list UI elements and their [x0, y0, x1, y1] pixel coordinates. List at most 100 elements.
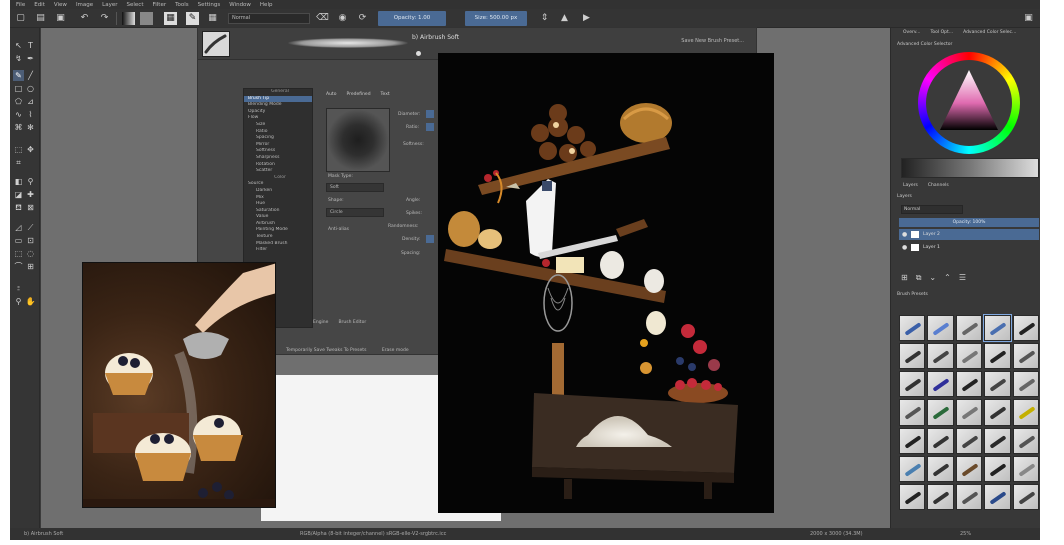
- brush-preset-tile[interactable]: [955, 343, 983, 370]
- brush-preset-tile[interactable]: [984, 371, 1011, 398]
- visibility-eye-icon[interactable]: ●: [902, 229, 907, 240]
- option-flow[interactable]: Flow: [244, 115, 312, 122]
- menu-view[interactable]: View: [54, 2, 67, 8]
- brush-preset-tile[interactable]: [899, 483, 926, 510]
- brush-preset-tile[interactable]: [899, 399, 926, 426]
- menu-image[interactable]: Image: [76, 2, 93, 8]
- pattern-swatch-icon[interactable]: [140, 12, 153, 25]
- brush-preset-tile[interactable]: [955, 483, 983, 510]
- brush-preset-tile[interactable]: [1012, 371, 1039, 398]
- option-ratio[interactable]: Ratio: [244, 129, 312, 136]
- option-brush-tip[interactable]: Brush Tip: [244, 95, 312, 103]
- polygon-tool-icon[interactable]: ⬠: [13, 96, 24, 107]
- mirror-horizontal-icon[interactable]: ▲: [558, 12, 571, 25]
- gradient-swatch-icon[interactable]: [122, 12, 135, 25]
- workspace-icon[interactable]: ▣: [1022, 12, 1035, 25]
- save-tweaks-checkbox[interactable]: Temporarily Save Tweaks To Presets Erase…: [286, 348, 409, 353]
- brush-preset-tile[interactable]: [984, 455, 1011, 482]
- tab-channels[interactable]: Channels: [928, 183, 949, 192]
- reload-icon[interactable]: ⟳: [356, 12, 369, 25]
- brush-preset-tile[interactable]: [984, 427, 1011, 454]
- brush-preset-tile[interactable]: [1012, 399, 1039, 426]
- pan-tool-icon[interactable]: ✋: [25, 296, 36, 307]
- assistant-tool-icon[interactable]: ◿: [13, 222, 24, 233]
- color-triangle[interactable]: [940, 70, 998, 130]
- menu-select[interactable]: Select: [127, 2, 144, 8]
- dynamic-brush-icon[interactable]: ⌘: [13, 122, 24, 133]
- brush-preset-tile[interactable]: [955, 315, 983, 342]
- measure-tool-icon[interactable]: ⟋: [25, 222, 36, 233]
- fill-pattern-icon[interactable]: ▦: [164, 12, 177, 25]
- option-softness[interactable]: Softness: [244, 148, 312, 155]
- option-rotation[interactable]: Rotation: [244, 162, 312, 169]
- option-painting-mode[interactable]: Painting Mode: [244, 227, 312, 234]
- brush-preset-tile[interactable]: [927, 483, 954, 510]
- similar-select-icon[interactable]: ⊞: [25, 261, 36, 272]
- reference-images-icon[interactable]: ▭: [13, 235, 24, 246]
- redo-icon[interactable]: ↷: [98, 12, 111, 25]
- freehand-path-icon[interactable]: ⌇: [25, 109, 36, 120]
- blend-mode-select[interactable]: Normal: [228, 13, 310, 24]
- move-up-icon[interactable]: ⌃: [944, 273, 951, 283]
- move-down-icon[interactable]: ⌄: [929, 273, 936, 283]
- option-source[interactable]: Source: [244, 181, 312, 188]
- shape-select[interactable]: Circle: [326, 208, 384, 217]
- option-filter[interactable]: Filter: [244, 247, 312, 254]
- menu-help[interactable]: Help: [260, 2, 273, 8]
- line-tool-icon[interactable]: ╱: [25, 70, 36, 81]
- fill-tool-icon[interactable]: ⛾: [13, 202, 24, 213]
- brush-preset-tile[interactable]: [927, 427, 954, 454]
- color-wheel[interactable]: [918, 52, 1020, 154]
- move-tool-icon[interactable]: ✥: [25, 144, 36, 155]
- option-sharpness[interactable]: Sharpness: [244, 155, 312, 162]
- layer-properties-icon[interactable]: ☰: [959, 273, 966, 283]
- brush-preset-tile[interactable]: [899, 315, 926, 342]
- brush-preset-tile[interactable]: [955, 427, 983, 454]
- undo-icon[interactable]: ↶: [78, 12, 91, 25]
- tab-advanced-color[interactable]: Advanced Color Selec...: [963, 30, 1016, 39]
- brush-preset-tile[interactable]: [984, 343, 1011, 370]
- perspective-grid-icon[interactable]: ⊡: [25, 235, 36, 246]
- brush-preset-name[interactable]: b) Airbrush Soft: [412, 34, 459, 41]
- option-texture[interactable]: Texture: [244, 234, 312, 241]
- brush-preset-tile[interactable]: [955, 371, 983, 398]
- option-mix[interactable]: Mix: [244, 195, 312, 202]
- freehand-select-icon[interactable]: ⌒: [13, 261, 24, 272]
- brush-preset-tile[interactable]: [984, 483, 1011, 510]
- color-picker-icon[interactable]: ⚲: [25, 176, 36, 187]
- size-slider[interactable]: Size: 500.00 px: [465, 11, 527, 26]
- menu-settings[interactable]: Settings: [198, 2, 221, 8]
- anti-alias-checkbox[interactable]: Anti-alias: [328, 227, 349, 232]
- alpha-lock-icon[interactable]: ◉: [336, 12, 349, 25]
- option-spacing[interactable]: Spacing: [244, 135, 312, 142]
- eraser-icon[interactable]: ⌫: [316, 12, 329, 25]
- tab-auto[interactable]: Auto: [326, 92, 336, 97]
- option-saturation[interactable]: Saturation: [244, 208, 312, 215]
- mirror-vertical-icon[interactable]: ▶: [580, 12, 593, 25]
- smart-patch-icon[interactable]: ✚: [25, 189, 36, 200]
- option-mirror[interactable]: Mirror: [244, 142, 312, 149]
- text-tool-icon[interactable]: T: [25, 40, 36, 51]
- colorize-mask-icon[interactable]: ◪: [13, 189, 24, 200]
- menu-tools[interactable]: Tools: [175, 2, 189, 8]
- brush-preset-tile[interactable]: [1012, 483, 1039, 510]
- ellipse-select-icon[interactable]: ◌: [25, 248, 36, 259]
- density-slider[interactable]: [426, 235, 434, 243]
- open-document-icon[interactable]: ▤: [34, 12, 47, 25]
- tab-overview[interactable]: Overv...: [903, 30, 920, 39]
- diameter-slider[interactable]: [426, 110, 434, 118]
- brush-preset-tile[interactable]: [899, 455, 926, 482]
- new-document-icon[interactable]: ▢: [14, 12, 27, 25]
- brush-preset-tile[interactable]: [899, 371, 926, 398]
- tab-brush-editor[interactable]: Brush Editor: [338, 320, 366, 325]
- brush-preset-tile[interactable]: [1012, 427, 1039, 454]
- brush-preset-tile[interactable]: [1012, 315, 1039, 342]
- grid-view-icon[interactable]: ▦: [206, 12, 219, 25]
- menu-layer[interactable]: Layer: [102, 2, 117, 8]
- option-hue[interactable]: Hue: [244, 201, 312, 208]
- menu-filter[interactable]: Filter: [152, 2, 166, 8]
- rect-select-icon[interactable]: ⬚: [13, 248, 24, 259]
- brush-preset-tile[interactable]: [927, 315, 954, 342]
- brush-preset-tile[interactable]: [927, 455, 954, 482]
- bezier-tool-icon[interactable]: ∿: [13, 109, 24, 120]
